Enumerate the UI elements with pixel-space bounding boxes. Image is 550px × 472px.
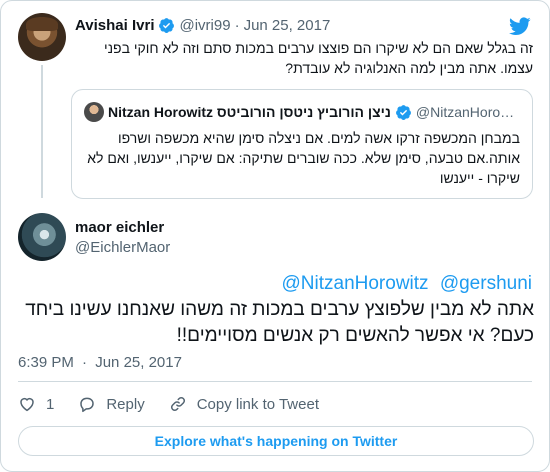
explore-twitter-button[interactable]: Explore what's happening on Twitter [18,426,534,456]
reply-icon [80,397,95,413]
parent-author-name[interactable]: Avishai Ivri [75,17,154,34]
parent-tweet-header: Avishai Ivri @ivri99 · Jun 25, 2017 [75,15,330,35]
parent-tweet-date[interactable]: Jun 25, 2017 [244,17,331,34]
quoted-tweet-text: במבחן המכשפה זרקו אשה למים. אם ניצלה סימ… [87,130,520,186]
separator-dot: · [234,16,240,34]
reply-label: Reply [106,395,145,413]
mention-link[interactable]: @gershuni [440,273,532,294]
thread-connector [41,65,43,198]
copy-link-label: Copy link to Tweet [196,395,319,413]
tweet-time: 6:39 PM [18,354,74,371]
tweet-actions: 1 Reply Copy link to Tweet [18,394,343,414]
like-count: 1 [46,395,55,413]
copy-link-button[interactable]: Copy link to Tweet [169,395,319,413]
reply-button[interactable]: Reply [78,395,145,413]
quoted-author-name: Nitzan Horowitz ניצן הורוביץ ניטסן הורוב… [108,104,391,120]
avishai-avatar[interactable] [18,13,66,61]
nitzan-avatar [84,102,104,122]
verified-icon [395,104,411,120]
tweet-timestamp[interactable]: 6:39 PM · Jun 25, 2017 [18,354,182,371]
twitter-bird-icon[interactable] [509,17,531,36]
separator-dot: · [82,354,88,371]
main-author-name[interactable]: maor eichler [75,219,164,236]
reply-mentions: @NitzanHorowitz @gershuni [276,273,533,295]
parent-tweet-text: זה בגלל שאם הם לא שיקרו הם פוצצו ערבים ב… [103,40,533,76]
divider [18,381,532,382]
heart-icon [20,397,34,412]
main-author-handle[interactable]: @EichlerMaor [75,239,170,256]
tweet-embed-card: Avishai Ivri @ivri99 · Jun 25, 2017 זה ב… [0,0,550,472]
like-button[interactable]: 1 [18,395,54,413]
parent-author-handle[interactable]: @ivri99 [179,17,230,34]
main-tweet-text: אתה לא מבין שלפוצץ ערבים במכות זה משהו ש… [25,299,534,346]
link-icon [170,396,185,412]
quoted-tweet[interactable]: Nitzan Horowitz ניצן הורוביץ ניטסן הורוב… [71,89,533,199]
mention-link[interactable]: @NitzanHorowitz [282,273,429,294]
tweet-date: Jun 25, 2017 [95,354,182,371]
quoted-author-handle: @NitzanHoro… [415,104,515,120]
quoted-tweet-header: Nitzan Horowitz ניצן הורוביץ ניטסן הורוב… [84,102,520,122]
verified-icon [159,17,175,33]
maor-avatar[interactable] [18,213,66,261]
